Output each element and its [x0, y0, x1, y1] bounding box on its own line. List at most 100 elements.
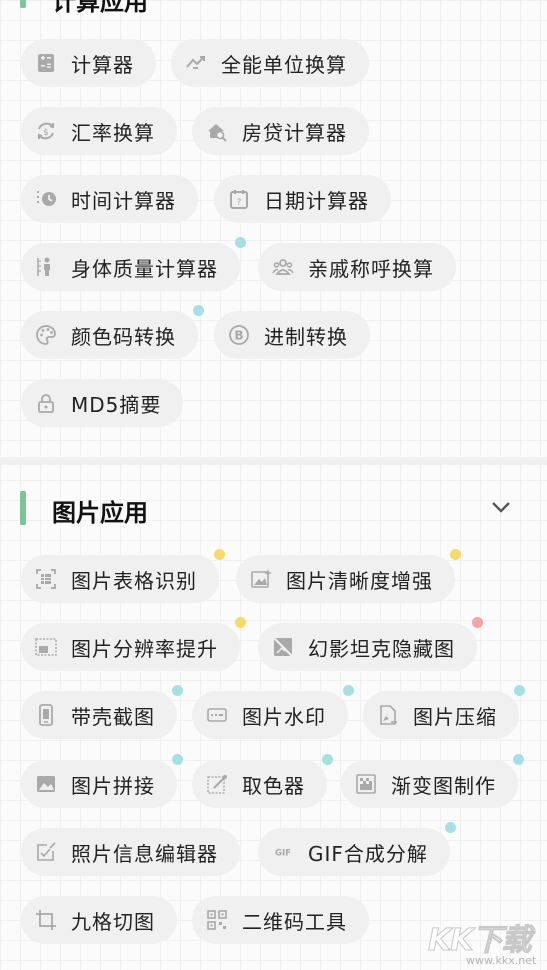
tool-chip-upscale[interactable]: 图片分辨率提升 [21, 617, 246, 671]
new-badge-dot [343, 685, 354, 696]
tool-chip-label: 房贷计算器 [242, 120, 347, 145]
clock-icon [35, 188, 57, 210]
tool-chip-exif-editor[interactable]: 照片信息编辑器 [21, 828, 240, 876]
binary-b-icon: B [228, 324, 250, 346]
phone-frame-icon [35, 704, 57, 726]
tool-chip-label: 进制转换 [264, 324, 348, 349]
tool-chip-qr-code[interactable]: 二维码工具 [192, 896, 369, 944]
gif-icon: GIF [272, 841, 294, 863]
tool-chip-label: 图片拼接 [71, 773, 155, 798]
svg-text:$: $ [43, 128, 49, 138]
tool-chip-label: 全能单位换算 [221, 52, 347, 77]
gif-icon-text: GIF [275, 849, 291, 859]
tool-chip-label: 图片压缩 [413, 704, 497, 729]
tool-chip-gradient[interactable]: 渐变图制作 [341, 754, 524, 808]
tool-chip-unit-converter[interactable]: 全能单位换算 [171, 39, 369, 87]
house-search-icon [206, 120, 228, 142]
tool-chip-gif[interactable]: GIF GIF合成分解 [258, 822, 456, 876]
qr-code-icon [206, 909, 228, 931]
new-badge-dot [214, 549, 225, 560]
tool-chip-device-frame[interactable]: 带壳截图 [21, 685, 183, 739]
tool-chip-compress[interactable]: 图片压缩 [363, 685, 525, 739]
tool-chip-watermark[interactable]: 图片水印 [192, 685, 354, 739]
watermark-icon [206, 704, 228, 726]
tool-chip-label: 汇率换算 [71, 120, 155, 145]
new-badge-dot [444, 822, 456, 833]
new-badge-dot [450, 549, 461, 560]
body-ruler-icon [35, 256, 57, 278]
tool-chip-label: 颜色码转换 [71, 324, 176, 349]
tool-chip-label: 二维码工具 [242, 909, 347, 934]
currency-exchange-icon: $ [35, 120, 57, 142]
tool-chip-label: GIF合成分解 [308, 841, 428, 866]
chevron-down-icon[interactable] [488, 497, 514, 517]
tool-chip-relatives[interactable]: 亲戚称呼换算 [258, 243, 456, 291]
tool-chip-stitch[interactable]: 图片拼接 [21, 754, 183, 808]
photo-edit-icon [35, 841, 57, 863]
tool-chip-label: 时间计算器 [71, 188, 176, 213]
new-badge-dot [322, 754, 333, 765]
tool-chip-label: 图片分辨率提升 [71, 636, 218, 661]
image-compress-icon [377, 704, 399, 726]
calculator-icon [35, 52, 57, 74]
new-badge-dot [172, 685, 183, 696]
tool-chip-label: 日期计算器 [264, 188, 369, 213]
lock-icon [35, 392, 57, 414]
table-scan-icon [35, 568, 57, 590]
section-accent-bar [20, 0, 26, 8]
section-accent-bar [20, 491, 26, 525]
tool-chip-label: 计算器 [71, 52, 134, 77]
section-divider [0, 457, 547, 465]
tool-chip-image-enhance[interactable]: 图片清晰度增强 [236, 549, 461, 603]
trend-arrows-icon [185, 52, 207, 74]
tool-chip-base-convert[interactable]: B 进制转换 [214, 311, 370, 359]
gradient-icon [355, 773, 377, 795]
svg-text:?: ? [237, 198, 242, 208]
tool-chip-currency[interactable]: $ 汇率换算 [21, 107, 177, 155]
new-badge-dot [172, 754, 183, 765]
new-badge-dot [514, 685, 525, 696]
svg-text:B: B [234, 329, 243, 343]
tool-chip-label: 幻影坦克隐藏图 [308, 636, 455, 661]
tool-chip-label: 图片水印 [242, 704, 326, 729]
new-badge-dot [235, 237, 246, 248]
tool-chip-label: 图片表格识别 [71, 568, 197, 593]
image-sparkle-icon [250, 568, 272, 590]
new-badge-dot [513, 754, 524, 765]
crop-icon [35, 909, 57, 931]
tool-chip-label: 取色器 [242, 773, 305, 798]
new-badge-dot [235, 617, 246, 628]
kk-watermark-logo: KK下载 www.kkx.net [428, 915, 546, 970]
tool-chip-date-calc[interactable]: ? 日期计算器 [214, 175, 391, 223]
tool-chip-label: 渐变图制作 [391, 773, 496, 798]
tool-chip-time-calc[interactable]: 时间计算器 [21, 175, 198, 223]
tool-chip-phantom-tank[interactable]: 幻影坦克隐藏图 [258, 617, 483, 671]
image-hidden-icon [272, 636, 294, 658]
people-icon [272, 256, 294, 278]
tool-chip-table-ocr[interactable]: 图片表格识别 [21, 549, 225, 603]
tool-chip-label: 九格切图 [71, 909, 155, 934]
eyedropper-icon [206, 773, 228, 795]
section-title: 计算应用 [52, 0, 148, 16]
section-header[interactable]: 图片应用 [0, 489, 547, 529]
watermark-text: KK下载 [428, 923, 532, 959]
tool-chip-label: 照片信息编辑器 [71, 841, 218, 866]
section-image-apps: 图片应用 图片表格识别 图片清晰度增强 图片分辨率提升 幻影坦克隐藏图 带壳截图… [0, 465, 547, 970]
tool-chip-mortgage[interactable]: 房贷计算器 [192, 107, 369, 155]
tool-chip-label: 图片清晰度增强 [286, 568, 433, 593]
new-badge-dot [472, 617, 483, 628]
section-title: 图片应用 [52, 499, 148, 527]
image-frame-icon [35, 636, 57, 658]
new-badge-dot [193, 305, 204, 316]
image-icon [35, 773, 57, 795]
section-calc-apps: 计算应用 计算器 全能单位换算 $ 汇率换算 房贷计算器 时间计算器 ? 日期计 [0, 0, 547, 457]
tool-chip-label: 身体质量计算器 [71, 256, 218, 281]
tool-chip-color-code[interactable]: 颜色码转换 [21, 305, 204, 359]
tool-chip-label: 亲戚称呼换算 [308, 256, 434, 281]
tool-chip-color-picker[interactable]: 取色器 [192, 754, 333, 808]
palette-icon [35, 324, 57, 346]
tool-chip-nine-grid[interactable]: 九格切图 [21, 896, 177, 944]
tool-chip-bmi[interactable]: 身体质量计算器 [21, 237, 246, 291]
tool-chip-calculator[interactable]: 计算器 [21, 39, 156, 87]
tool-chip-md5[interactable]: MD5摘要 [21, 379, 184, 427]
